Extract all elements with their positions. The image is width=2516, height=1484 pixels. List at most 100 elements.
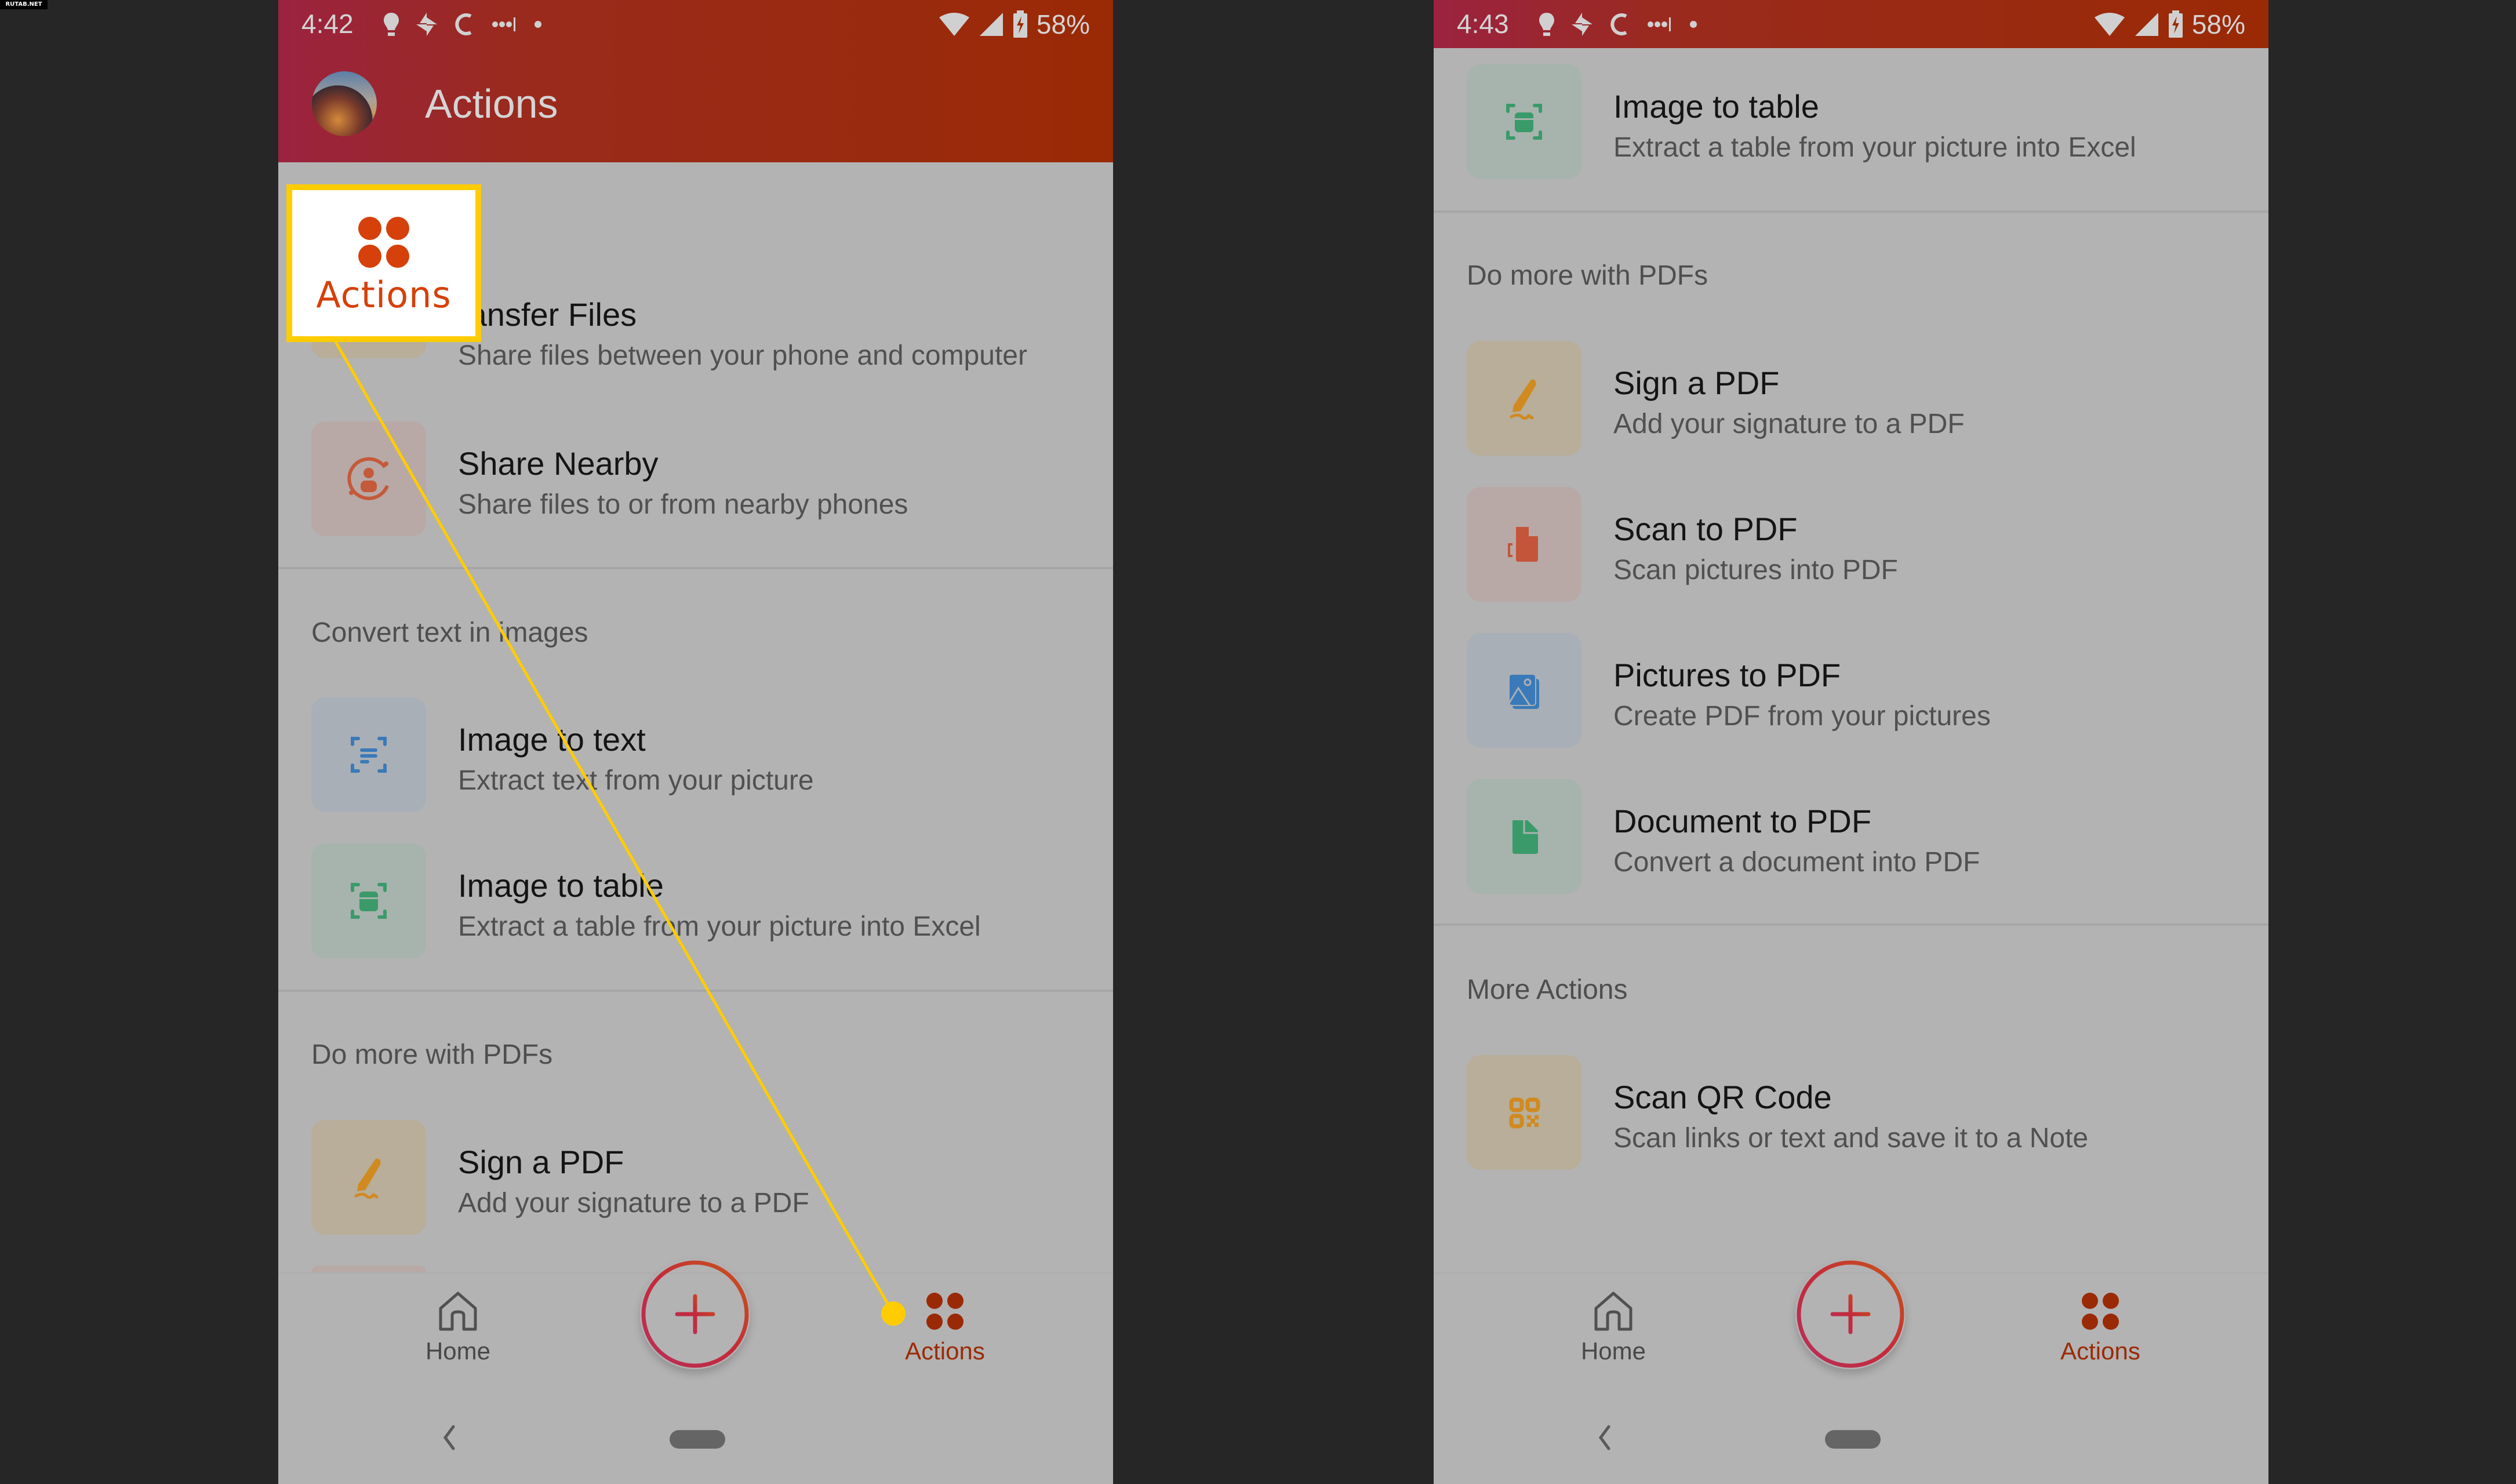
battery-percent: 58% [2191, 9, 2245, 39]
pictures-to-pdf-icon [1467, 633, 1581, 748]
home-gesture-pill[interactable] [670, 1430, 725, 1449]
sign-pdf-icon [311, 1120, 426, 1235]
watermark: RUTAB.NET [0, 0, 48, 9]
nav-actions-label: Actions [905, 1337, 985, 1365]
status-bar: 4:43 58% [1434, 0, 2268, 48]
item-subtitle: Convert a document into PDF [1613, 847, 1980, 878]
item-title: ransfer Files [458, 296, 637, 333]
section-divider [278, 567, 1113, 569]
nav-actions[interactable]: Actions [2042, 1291, 2158, 1365]
list-item-scan-to-pdf[interactable]: Scan to PDF Scan pictures into PDF [1434, 487, 2268, 603]
dot-icon [535, 21, 541, 28]
item-title: Image to table [1613, 88, 1819, 125]
image-to-text-icon [311, 697, 426, 812]
sign-pdf-icon [1467, 341, 1581, 456]
notification-icons [1538, 8, 1699, 41]
list-item-sign-pdf[interactable]: Sign a PDF Add your signature to a PDF [1434, 341, 2268, 457]
add-icon [1797, 1260, 1904, 1368]
item-title: Sign a PDF [1613, 365, 1780, 401]
section-heading: Convert text in images [311, 617, 588, 648]
pinwheel-icon [416, 13, 437, 36]
bottom-nav: Home Actions [278, 1260, 1113, 1484]
image-to-table-icon [1467, 64, 1581, 179]
item-subtitle: Extract a table from your picture into E… [458, 911, 981, 942]
nav-home-label: Home [1580, 1337, 1646, 1365]
item-subtitle: Share files between your phone and compu… [458, 340, 1027, 371]
item-title: Scan QR Code [1613, 1079, 1832, 1115]
section-divider [1434, 210, 2268, 213]
nav-actions[interactable]: Actions [887, 1291, 1003, 1365]
lightbulb-icon [1539, 13, 1554, 36]
item-subtitle: Share files to or from nearby phones [458, 489, 908, 520]
add-button[interactable] [1795, 1259, 1906, 1369]
list-item-sign-pdf[interactable]: Sign a PDF Add your signature to a PDF [278, 1120, 1113, 1236]
system-status-icons: 58% [938, 8, 1090, 41]
app-header: Actions [278, 48, 1113, 162]
item-subtitle: Create PDF from your pictures [1613, 701, 1991, 732]
phone-screen-right: 4:43 58% Image to table Extract a table … [1434, 0, 2268, 1484]
section-heading: Do more with PDFs [311, 1039, 553, 1070]
actions-grid-icon [926, 1293, 964, 1330]
section-heading: Do more with PDFs [1467, 260, 1708, 291]
callout-label: Actions [316, 274, 452, 316]
scan-qr-code-icon [1467, 1055, 1581, 1170]
dots-icon [492, 17, 515, 31]
signal-icon [979, 13, 1003, 36]
actions-grid-icon [2082, 1293, 2119, 1330]
item-title: Image to table [458, 867, 664, 904]
wifi-icon [2094, 13, 2125, 36]
add-button[interactable] [640, 1259, 750, 1369]
pinwheel-icon [1572, 13, 1593, 36]
add-icon [641, 1260, 749, 1368]
status-bar: 4:42 58% [278, 0, 1113, 48]
wifi-icon [939, 13, 969, 36]
item-subtitle: Scan links or text and save it to a Note [1613, 1123, 2089, 1154]
avatar[interactable] [312, 71, 377, 136]
actions-grid-icon [358, 217, 409, 268]
item-subtitle: Add your signature to a PDF [1613, 409, 1965, 439]
item-title: Image to text [458, 721, 646, 758]
scan-to-pdf-icon [1467, 487, 1581, 602]
item-title: Scan to PDF [1613, 511, 1798, 547]
item-title: Sign a PDF [458, 1144, 624, 1180]
bottom-nav: Home Actions [1434, 1260, 2268, 1484]
item-subtitle: Add your signature to a PDF [458, 1188, 809, 1219]
item-subtitle: Extract a table from your picture into E… [1613, 132, 2136, 163]
signal-icon [2135, 13, 2158, 36]
list-item-image-to-table[interactable]: Image to table Extract a table from your… [278, 843, 1113, 959]
system-status-icons: 58% [2093, 8, 2245, 41]
nav-home-label: Home [425, 1337, 491, 1365]
sync-icon [455, 13, 472, 35]
list-item-image-to-text[interactable]: Image to text Extract text from your pic… [278, 697, 1113, 813]
nav-home[interactable]: Home [423, 1291, 493, 1365]
list-item-document-to-pdf[interactable]: Document to PDF Convert a document into … [1434, 779, 2268, 895]
item-title: Share Nearby [458, 445, 659, 482]
item-subtitle: Extract text from your picture [458, 765, 814, 796]
notification-icons [383, 8, 544, 41]
section-divider [1434, 923, 2268, 926]
back-icon[interactable] [441, 1423, 458, 1452]
back-icon[interactable] [1596, 1423, 1613, 1452]
dot-icon [1690, 21, 1697, 28]
battery-percent: 58% [1036, 9, 1090, 39]
battery-charging-icon [2168, 10, 2183, 38]
callout-box: Actions [286, 184, 481, 342]
list-item-image-to-table[interactable]: Image to table Extract a table from your… [1434, 64, 2268, 180]
sync-icon [1610, 13, 1627, 35]
item-title: Document to PDF [1613, 803, 1872, 839]
item-title: Pictures to PDF [1613, 657, 1841, 693]
item-subtitle: Scan pictures into PDF [1613, 555, 1898, 585]
section-divider [278, 990, 1113, 992]
page-title: Actions [425, 81, 558, 126]
list-item-share-nearby[interactable]: Share Nearby Share files to or from near… [278, 421, 1113, 537]
document-to-pdf-icon [1467, 779, 1581, 894]
image-to-table-icon [311, 843, 426, 958]
list-item-scan-qr-code[interactable]: Scan QR Code Scan links or text and save… [1434, 1055, 2268, 1171]
status-time: 4:42 [301, 9, 354, 39]
nav-actions-label: Actions [2060, 1337, 2140, 1365]
home-gesture-pill[interactable] [1825, 1430, 1881, 1449]
nav-home[interactable]: Home [1579, 1291, 1648, 1365]
share-nearby-icon [311, 421, 426, 536]
status-time: 4:43 [1457, 9, 1509, 39]
list-item-pictures-to-pdf[interactable]: Pictures to PDF Create PDF from your pic… [1434, 633, 2268, 749]
